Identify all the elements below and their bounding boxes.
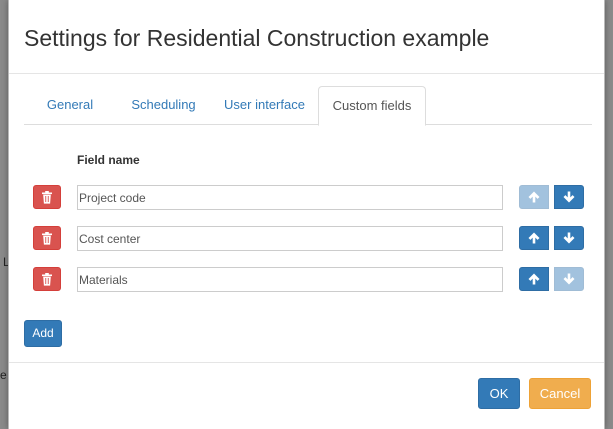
arrow-up-icon [528,232,540,244]
dialog-title: Settings for Residential Construction ex… [24,25,490,51]
settings-tabs: General Scheduling User interface Custom… [24,86,592,126]
cancel-button[interactable]: Cancel [529,378,591,409]
field-name-header: Field name [77,153,140,167]
move-down-button[interactable] [554,185,584,209]
move-up-button[interactable] [519,185,549,209]
background-text-fragment: e [0,368,7,382]
delete-field-button[interactable] [33,226,61,250]
dialog-header: Settings for Residential Construction ex… [9,0,604,74]
tab-user-interface[interactable]: User interface [211,86,318,125]
tab-custom-fields[interactable]: Custom fields [318,86,426,126]
trash-icon [42,272,52,286]
dialog-footer: OK Cancel [9,362,604,429]
delete-field-button[interactable] [33,267,61,291]
arrow-up-icon [528,191,540,203]
add-field-button[interactable]: Add [24,320,62,347]
custom-field-row [9,226,604,252]
arrow-down-icon [563,273,575,285]
field-name-input[interactable] [77,267,503,292]
arrow-down-icon [563,232,575,244]
tab-general[interactable]: General [24,86,116,125]
move-down-button[interactable] [554,226,584,250]
arrow-down-icon [563,191,575,203]
field-name-input[interactable] [77,185,503,210]
move-down-button[interactable] [554,267,584,291]
tab-scheduling[interactable]: Scheduling [116,86,211,125]
arrow-up-icon [528,273,540,285]
move-up-button[interactable] [519,226,549,250]
custom-field-row [9,185,604,211]
move-up-button[interactable] [519,267,549,291]
settings-dialog: Settings for Residential Construction ex… [8,0,605,429]
ok-button[interactable]: OK [478,378,520,409]
field-name-input[interactable] [77,226,503,251]
trash-icon [42,190,52,204]
custom-field-row [9,267,604,293]
trash-icon [42,231,52,245]
delete-field-button[interactable] [33,185,61,209]
